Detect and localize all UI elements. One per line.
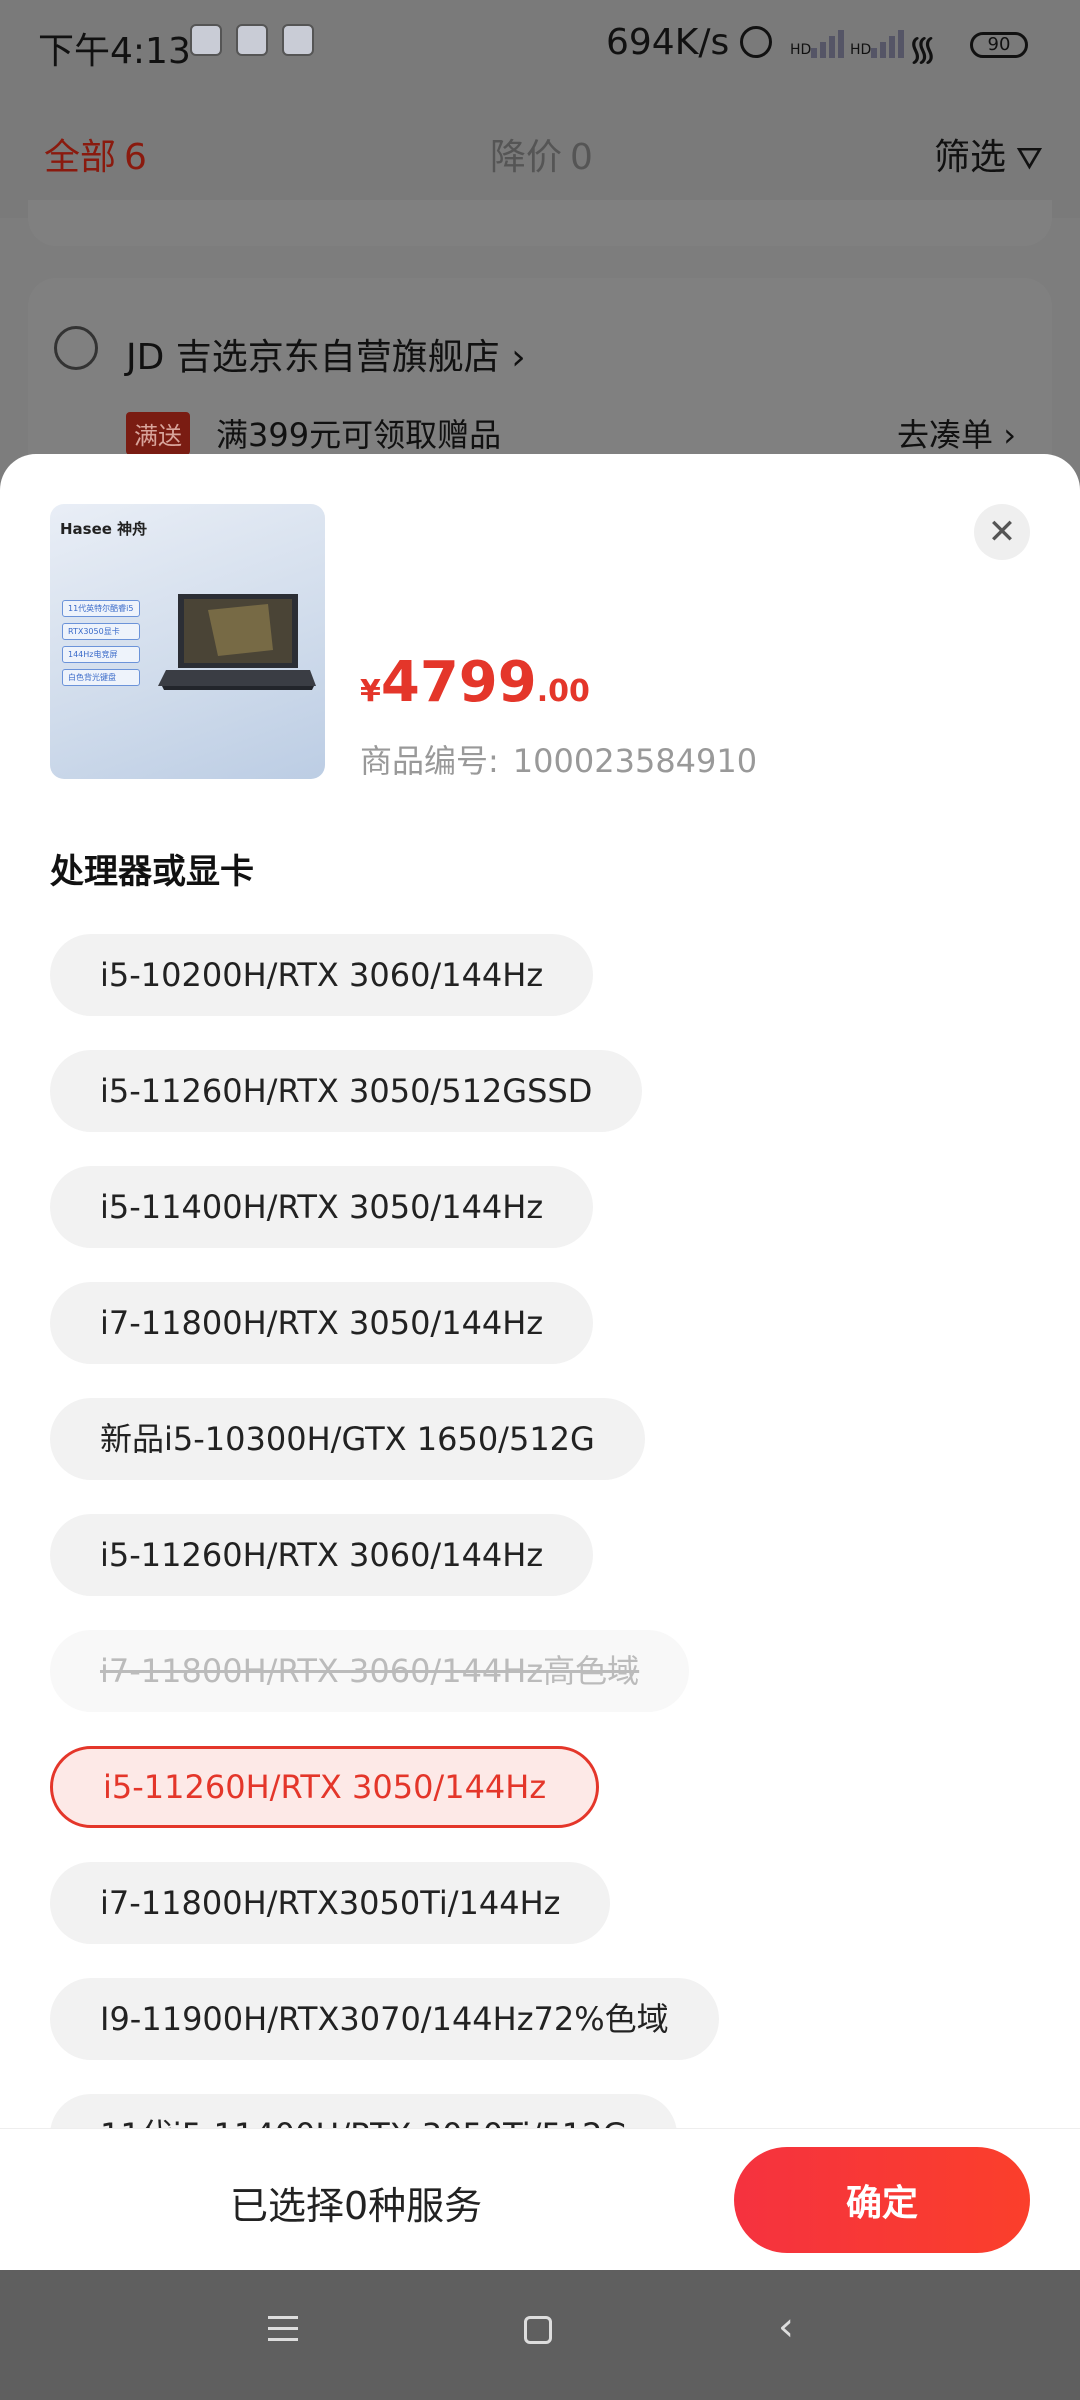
cart-tab-bar: 全部 6 降价 0 筛选 ⛛ — [0, 88, 1080, 218]
selected-services-text: 已选择0种服务 — [230, 2184, 483, 2228]
thumb-chip: 144Hz电竞屏 — [62, 646, 140, 663]
promo-badge: 满送 — [126, 411, 190, 455]
sku-label: 商品编号: — [360, 742, 499, 780]
confirm-button[interactable]: 确定 — [734, 2147, 1030, 2253]
option-chip[interactable]: i7-11800H/RTX3050Ti/144Hz — [50, 1862, 611, 1944]
option-chip[interactable]: 新品i5-10300H/GTX 1650/512G — [50, 1398, 645, 1480]
option-chip[interactable]: i5-11260H/RTX 3060/144Hz — [50, 1514, 594, 1596]
laptop-illustration — [158, 594, 316, 690]
signal-icon: HD — [790, 30, 847, 58]
option-chip[interactable]: i7-11800H/RTX 3050/144Hz — [50, 1282, 594, 1364]
option-chip-selected[interactable]: i5-11260H/RTX 3050/144Hz — [50, 1746, 600, 1828]
sku-selection-sheet: Hasee 神舟 11代英特尔酷睿i5 RTX3050显卡 144Hz电竞屏 白… — [0, 454, 1080, 2270]
price-currency: ¥ — [360, 674, 381, 709]
store-select-radio[interactable] — [54, 326, 98, 370]
thumb-brand: Hasee 神舟 — [60, 520, 148, 538]
close-icon: ✕ — [987, 512, 1017, 552]
status-bar: 下午4:13 694K/s HD HD ᯾ 90 — [0, 0, 1080, 88]
sku-info: 商品编号: 100023584910 — [360, 736, 757, 782]
option-chip[interactable]: i5-10200H/RTX 3060/144Hz — [50, 934, 594, 1016]
option-chip[interactable]: i5-11260H/RTX 3050/512GSSD — [50, 1050, 643, 1132]
store-promo: 满送 满399元可领取赠品 — [126, 410, 501, 456]
back-icon[interactable]: ‹ — [778, 2304, 794, 2350]
filter-button[interactable]: 筛选 ⛛ — [934, 128, 1043, 180]
tab-all[interactable]: 全部 6 — [44, 128, 147, 180]
option-chip[interactable]: I9-11900H/RTX3070/144Hz72%色域 — [50, 1978, 719, 2060]
previous-card-edge — [28, 200, 1052, 246]
home-icon[interactable] — [524, 2316, 552, 2344]
price-decimal: .00 — [536, 674, 590, 709]
tab-price-drop[interactable]: 降价 0 — [490, 128, 593, 180]
tab-price-drop-label: 降价 — [490, 137, 563, 178]
price-integer: 4799 — [380, 650, 537, 715]
price: ¥4799.00 — [360, 650, 590, 715]
notification-icons — [190, 24, 314, 56]
option-list: i5-10200H/RTX 3060/144Hz i5-11260H/RTX 3… — [50, 934, 719, 2210]
sku-number: 100023584910 — [512, 742, 758, 780]
thumb-chip: RTX3050显卡 — [62, 623, 140, 640]
system-nav-bar: ‹ — [0, 2270, 1080, 2400]
funnel-icon: ⛛ — [1016, 139, 1043, 177]
app-notification-icon — [190, 24, 222, 56]
option-chip[interactable]: i5-11400H/RTX 3050/144Hz — [50, 1166, 594, 1248]
filter-label: 筛选 — [934, 137, 1007, 178]
thumb-feature-chips: 11代英特尔酷睿i5 RTX3050显卡 144Hz电竞屏 白色背光键盘 — [62, 600, 140, 686]
tab-all-label: 全部 — [44, 137, 117, 178]
thumb-chip: 11代英特尔酷睿i5 — [62, 600, 140, 617]
sheet-footer: 已选择0种服务 确定 — [0, 2128, 1080, 2270]
promo-text: 满399元可领取赠品 — [216, 416, 502, 454]
app-notification-icon — [282, 24, 314, 56]
store-name[interactable]: JD 吉选京东自营旗舰店 › — [126, 328, 526, 380]
status-time: 下午4:13 — [38, 31, 191, 72]
close-button[interactable]: ✕ — [974, 504, 1030, 560]
product-image: Hasee 神舟 11代英特尔酷睿i5 RTX3050显卡 144Hz电竞屏 白… — [50, 504, 325, 779]
tab-price-drop-count: 0 — [570, 137, 593, 178]
option-chip-disabled: i7-11800H/RTX 3060/144Hz高色域 — [50, 1630, 690, 1712]
signal-icon: HD — [850, 30, 907, 58]
thumb-chip: 白色背光键盘 — [62, 669, 140, 686]
section-title: 处理器或显卡 — [50, 852, 254, 892]
promo-link[interactable]: 去凑单 › — [897, 410, 1016, 456]
tab-all-count: 6 — [124, 137, 147, 178]
menu-icon[interactable] — [268, 2316, 298, 2349]
battery-icon: 90 — [970, 32, 1028, 58]
network-speed: 694K/s — [606, 22, 730, 63]
alarm-icon — [740, 26, 772, 58]
wifi-icon: ᯾ — [908, 29, 937, 69]
app-notification-icon — [236, 24, 268, 56]
